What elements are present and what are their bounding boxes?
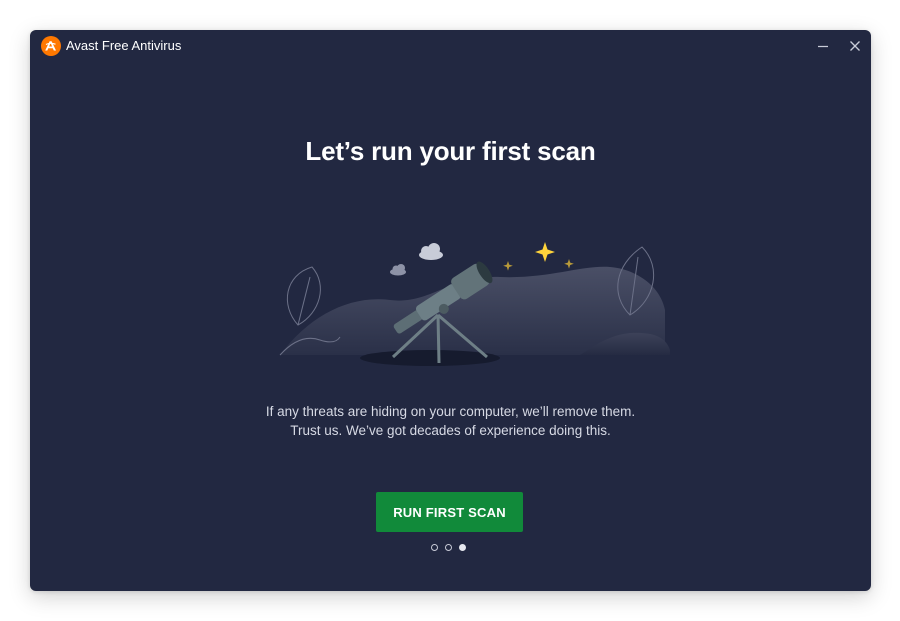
- cloud-icon: [390, 264, 406, 276]
- page-title: Let’s run your first scan: [305, 136, 596, 166]
- avast-logo-icon: [41, 36, 61, 56]
- close-icon: [850, 41, 860, 51]
- pagination-dot-active[interactable]: [459, 544, 466, 551]
- app-window: Avast Free Antivirus Let’s run your firs…: [30, 30, 871, 591]
- pagination-dot[interactable]: [445, 544, 452, 551]
- description-line: Trust us. We’ve got decades of experienc…: [290, 423, 611, 438]
- description: If any threats are hiding on your comput…: [30, 402, 871, 440]
- pagination-dots: [431, 543, 471, 553]
- leaf-icon: [286, 266, 321, 326]
- star-icon: [535, 242, 555, 262]
- app-title: Avast Free Antivirus: [66, 38, 182, 53]
- star-icon: [503, 261, 513, 271]
- close-button[interactable]: [845, 36, 865, 56]
- description-line: If any threats are hiding on your comput…: [265, 404, 636, 419]
- title-bar: Avast Free Antivirus: [30, 30, 871, 62]
- telescope-illustration: [279, 242, 670, 366]
- minimize-button[interactable]: [813, 36, 833, 56]
- cloud-icon: [419, 243, 443, 260]
- star-icon: [564, 259, 574, 269]
- run-first-scan-button[interactable]: RUN FIRST SCAN: [376, 492, 523, 532]
- pagination-dot[interactable]: [431, 544, 438, 551]
- minimize-icon: [818, 45, 828, 48]
